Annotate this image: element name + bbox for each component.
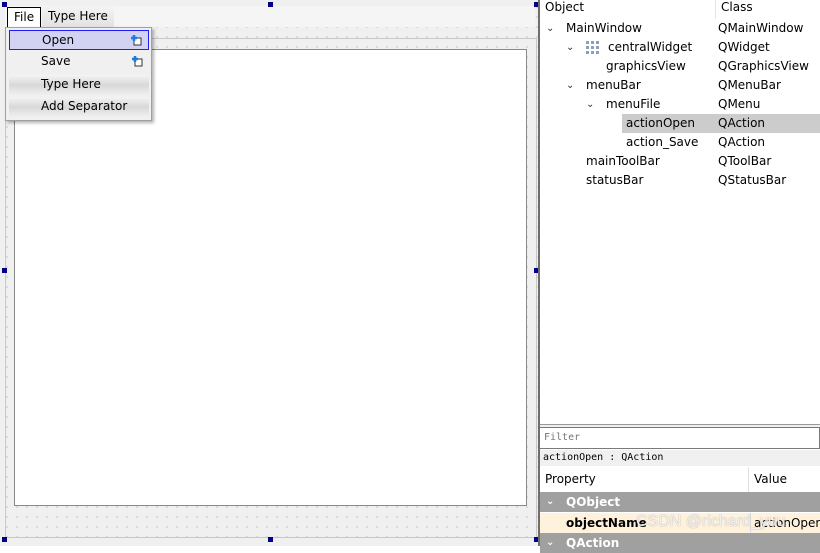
property-header: Property Value — [540, 467, 820, 492]
tree-row-menubar[interactable]: ⌄ menuBar QMenuBar — [540, 76, 820, 95]
chevron-down-icon[interactable]: ⌄ — [546, 492, 554, 512]
class-name: QStatusBar — [718, 173, 787, 187]
property-name: objectName — [566, 516, 647, 530]
class-name: QGraphicsView — [718, 59, 809, 73]
menu-item-label: Save — [41, 54, 71, 68]
chevron-down-icon[interactable]: ⌄ — [546, 533, 554, 553]
add-action-icon — [131, 35, 142, 46]
add-action-icon — [132, 56, 143, 67]
chevron-down-icon[interactable]: ⌄ — [566, 76, 574, 95]
tree-row-maintoolbar[interactable]: mainToolBar QToolBar — [540, 152, 820, 171]
selection-handle[interactable] — [268, 537, 273, 542]
object-name: MainWindow — [566, 21, 642, 35]
column-header-object[interactable]: Object — [540, 0, 716, 19]
chevron-down-icon[interactable]: ⌄ — [566, 38, 574, 57]
menu-item-save[interactable]: Save — [9, 52, 149, 72]
selection-handle[interactable] — [268, 2, 273, 7]
group-qobject[interactable]: ⌄ QObject — [540, 492, 820, 512]
designer-side-panel: Object Class ⌄ MainWindow QMainWindow ⌄ ce… — [538, 0, 820, 553]
form-menubar: File Type Here — [5, 6, 535, 27]
object-name: graphicsView — [606, 59, 686, 73]
tree-row-actionopen[interactable]: actionOpen QAction — [540, 114, 820, 133]
menu-file[interactable]: File — [7, 7, 42, 27]
class-name: QMainWindow — [718, 21, 804, 35]
tree-row-graphicsview[interactable]: graphicsView QGraphicsView — [540, 57, 820, 76]
object-name: menuFile — [606, 97, 661, 111]
column-header-value[interactable]: Value — [748, 467, 787, 492]
tree-row-action-save[interactable]: action_Save QAction — [540, 133, 820, 152]
object-name: centralWidget — [608, 40, 693, 54]
group-label: QObject — [566, 495, 621, 509]
object-name: action_Save — [626, 135, 699, 149]
group-label: QAction — [566, 536, 620, 550]
form-design-area[interactable]: File Type Here Open Save Type Here Add S… — [0, 0, 539, 546]
selected-object-label: actionOpen : QAction — [540, 450, 820, 466]
tree-row-centralwidget[interactable]: ⌄ centralWidget QWidget — [540, 38, 820, 57]
class-name: QAction — [718, 135, 766, 149]
menu-item-add-separator[interactable]: Add Separator — [9, 97, 149, 117]
object-name: statusBar — [586, 173, 644, 187]
tree-row-mainwindow[interactable]: ⌄ MainWindow QMainWindow — [540, 19, 820, 38]
property-filter-input[interactable]: Filter — [540, 427, 820, 449]
menu-item-label: Open — [42, 33, 75, 47]
menu-item-type-here[interactable]: Type Here — [9, 75, 149, 95]
chevron-down-icon[interactable]: ⌄ — [546, 19, 554, 38]
class-name: QMenuBar — [718, 78, 781, 92]
object-name: mainToolBar — [586, 154, 660, 168]
file-menu-popup: Open Save Type Here Add Separator — [5, 27, 152, 121]
column-header-class[interactable]: Class — [716, 0, 753, 19]
selection-handle[interactable] — [2, 2, 7, 7]
tree-row-statusbar[interactable]: statusBar QStatusBar — [540, 171, 820, 190]
grid-layout-icon — [586, 41, 599, 54]
chevron-down-icon[interactable]: ⌄ — [586, 95, 594, 114]
class-name: QWidget — [718, 40, 770, 54]
tree-row-menufile[interactable]: ⌄ menuFile QMenu — [540, 95, 820, 114]
object-name: menuBar — [586, 78, 641, 92]
column-header-property[interactable]: Property — [545, 467, 596, 492]
selection-handle[interactable] — [2, 268, 7, 273]
menu-item-open[interactable]: Open — [9, 30, 149, 50]
object-name: actionOpen — [626, 116, 695, 130]
watermark: CSDN @richard_yuu — [636, 513, 786, 530]
class-name: QAction — [718, 116, 766, 130]
class-name: QToolBar — [718, 154, 772, 168]
class-name: QMenu — [718, 97, 761, 111]
selection-handle[interactable] — [2, 537, 7, 542]
menu-type-here[interactable]: Type Here — [42, 7, 114, 27]
group-qaction[interactable]: ⌄ QAction — [540, 533, 820, 553]
